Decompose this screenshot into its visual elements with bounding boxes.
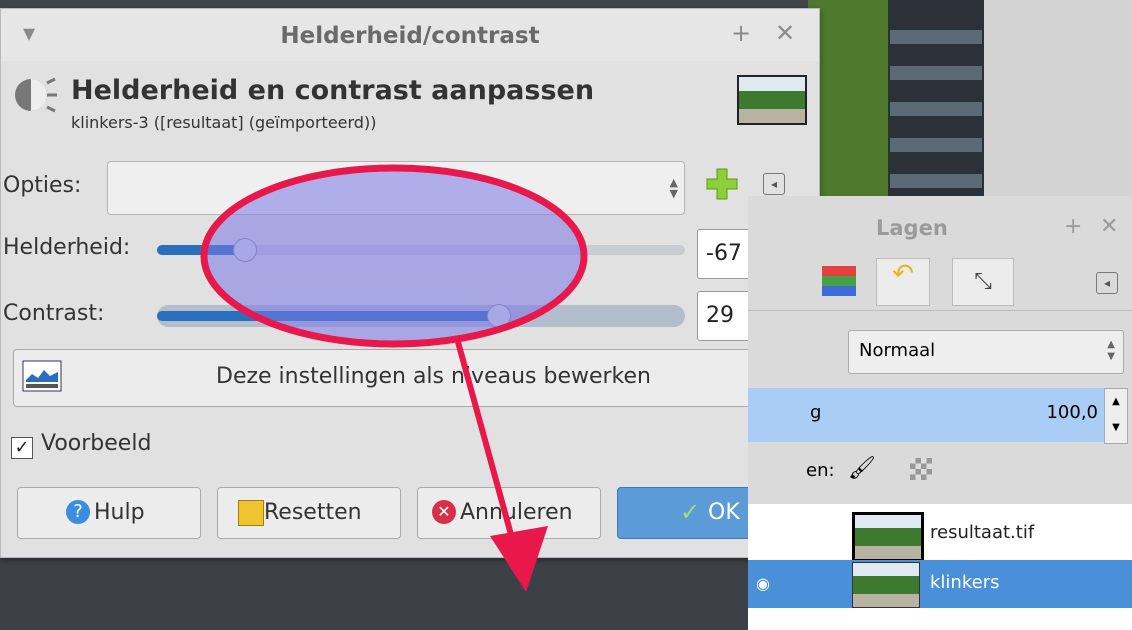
brightness-contrast-dialog: ▾ Helderheid/contrast + ✕ Helderheid en … — [0, 8, 820, 558]
cancel-button[interactable]: ✕ Annuleren — [417, 487, 601, 539]
dialog-title: Helderheid/contrast — [280, 23, 540, 49]
edit-as-levels-label: Deze instellingen als niveaus bewerken — [216, 364, 651, 389]
layers-tabs: ↶ ⤡ ◂ — [748, 254, 1132, 311]
layers-panel: Lagen + ✕ ↶ ⤡ ◂ Normaal ▲ ▼ g 100,0 ▲ ▼ en… — [748, 196, 1132, 630]
layers-list: resultaat.tif ◉ klinkers — [748, 504, 1132, 630]
lock-label: en: — [806, 460, 835, 481]
dialog-heading: Helderheid en contrast aanpassen — [71, 75, 595, 106]
layer-row[interactable]: ◉ klinkers — [748, 560, 1132, 608]
edit-as-levels-button[interactable]: Deze instellingen als niveaus bewerken — [13, 349, 801, 407]
dialog-titlebar: ▾ Helderheid/contrast + ✕ — [1, 9, 819, 61]
ok-label: OK — [708, 500, 740, 525]
opacity-spin-buttons[interactable]: ▲ ▼ — [1104, 388, 1128, 444]
pin-icon[interactable]: + — [1064, 214, 1082, 239]
options-label: Opties: — [3, 173, 82, 198]
image-thumbnail — [737, 75, 807, 125]
pin-icon[interactable]: + — [731, 21, 751, 45]
lock-alpha-icon[interactable] — [910, 458, 932, 480]
tab-menu-icon[interactable]: ◂ — [1096, 272, 1118, 294]
undo-history-tab-icon[interactable]: ↶ — [876, 258, 930, 306]
layers-panel-title: Lagen — [876, 216, 948, 240]
opacity-label: g — [810, 402, 822, 423]
reset-button[interactable]: Resetten — [217, 487, 401, 539]
contrast-slider-fill — [157, 311, 498, 321]
help-button[interactable]: ? Hulp — [17, 487, 201, 539]
contrast-slider[interactable] — [157, 305, 685, 327]
brightness-label: Helderheid: — [3, 235, 131, 260]
brightness-slider-fill — [157, 245, 245, 255]
add-preset-icon[interactable] — [705, 167, 739, 201]
close-icon[interactable]: ✕ — [775, 21, 795, 45]
cancel-icon: ✕ — [432, 500, 456, 524]
layer-mode-combo[interactable]: Normaal ▲ ▼ — [848, 330, 1124, 374]
brightness-value: -67 — [706, 241, 742, 266]
preview-label: Voorbeeld — [41, 431, 152, 456]
layer-row[interactable]: resultaat.tif — [748, 510, 1132, 562]
reset-icon — [238, 500, 264, 526]
contrast-label: Contrast: — [3, 301, 105, 326]
options-combo[interactable]: ▲ ▼ — [107, 161, 685, 215]
checkmark-icon: ✓ — [680, 498, 701, 526]
opacity-slider[interactable]: g 100,0 — [748, 388, 1104, 442]
layer-mode-value: Normaal — [859, 340, 936, 361]
cancel-label: Annuleren — [460, 500, 573, 525]
contrast-slider-handle[interactable] — [486, 304, 511, 328]
contrast-value: 29 — [706, 303, 734, 328]
paths-tab-icon[interactable]: ⤡ — [952, 258, 1014, 306]
layer-name: resultaat.tif — [930, 522, 1035, 543]
combo-arrows-icon: ▲ ▼ — [1107, 339, 1115, 362]
close-icon[interactable]: ✕ — [1100, 214, 1118, 239]
lock-pixels-icon[interactable]: 🖌 — [848, 456, 876, 481]
preset-menu-icon[interactable]: ◂ — [763, 173, 785, 195]
help-label: Hulp — [94, 500, 145, 525]
brightness-contrast-icon — [15, 77, 57, 113]
layers-tab-icon[interactable] — [822, 266, 856, 296]
dialog-subheading: klinkers-3 ([resultaat] (geïmporteerd)) — [71, 113, 377, 132]
layer-name: klinkers — [930, 572, 1000, 593]
layer-thumbnail — [852, 562, 920, 608]
visibility-eye-icon[interactable]: ◉ — [756, 574, 770, 593]
help-icon: ? — [66, 500, 90, 524]
combo-arrows-icon: ▲ ▼ — [669, 176, 678, 200]
brightness-slider-handle[interactable] — [233, 238, 258, 262]
preview-checkbox[interactable]: ✓ — [11, 437, 33, 459]
layer-thumbnail — [852, 512, 924, 562]
levels-icon — [22, 360, 62, 392]
reset-label: Resetten — [264, 500, 362, 525]
opacity-value: 100,0 — [1046, 402, 1098, 423]
